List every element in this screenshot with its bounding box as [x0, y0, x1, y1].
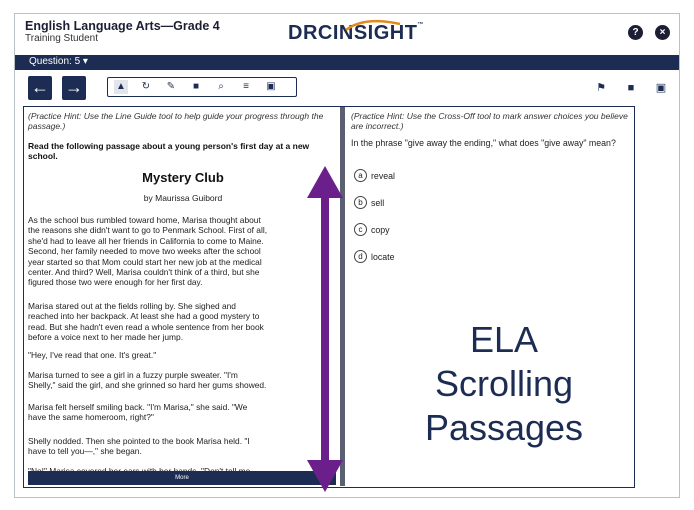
highlighter-tool-icon[interactable]: ✎: [164, 80, 178, 94]
choice-bubble[interactable]: d: [354, 250, 367, 264]
tool-group: ▲ ↻ ✎ ■ ⌕ ≡ ▣: [107, 77, 297, 97]
passage-pane[interactable]: (Practice Hint: Use the Line Guide tool …: [24, 107, 342, 486]
choice-bubble[interactable]: c: [354, 223, 367, 237]
passage-paragraph: Shelly nodded. Then she pointed to the b…: [28, 436, 250, 457]
choice-text[interactable]: reveal: [371, 171, 395, 181]
reread-tool-icon[interactable]: ↻: [139, 80, 153, 94]
choice-text[interactable]: copy: [371, 225, 390, 235]
passage-hint: (Practice Hint: Use the Line Guide tool …: [28, 111, 324, 131]
passage-paragraph: Marisa felt herself smiling back. "I'm M…: [28, 402, 248, 423]
more-button[interactable]: More: [28, 471, 336, 485]
overlay-line-2: Scrolling: [434, 363, 574, 404]
overlay-caption: ELA Scrolling Passages: [359, 318, 649, 450]
forward-button[interactable]: →: [62, 76, 86, 100]
passage-paragraph: Marisa stared out at the fields rolling …: [28, 301, 264, 343]
logo-drc: DRC: [288, 22, 333, 44]
overlay-line-3: Passages: [424, 407, 584, 448]
student-name: Training Student: [25, 33, 99, 44]
line-guide-tool-icon[interactable]: ≡: [239, 80, 253, 94]
back-button[interactable]: ←: [28, 76, 52, 100]
header-bar: English Language Arts—Grade 4 Training S…: [15, 14, 679, 55]
answer-choice-b[interactable]: b sell: [354, 194, 384, 210]
choice-text[interactable]: locate: [371, 252, 394, 262]
help-icon[interactable]: ?: [628, 25, 643, 40]
sticky-note-tool-icon[interactable]: ■: [189, 80, 203, 94]
passage-instructions: Read the following passage about a young…: [28, 141, 310, 161]
calculator-tool-icon[interactable]: ▣: [264, 80, 278, 94]
question-hint: (Practice Hint: Use the Cross-Off tool t…: [351, 111, 628, 131]
close-icon[interactable]: ×: [655, 25, 670, 40]
flag-icon[interactable]: ⚑: [594, 80, 608, 96]
logo-swoosh-icon: [345, 19, 401, 32]
passage-paragraph: As the school bus rumbled toward home, M…: [28, 215, 268, 288]
choice-text[interactable]: sell: [371, 198, 384, 208]
notepad-icon[interactable]: ■: [624, 80, 638, 96]
choice-bubble[interactable]: b: [354, 196, 367, 210]
answer-choice-a[interactable]: a reveal: [354, 167, 395, 183]
passage-paragraph: Marisa turned to see a girl in a fuzzy p…: [28, 370, 267, 391]
review-icon[interactable]: ▣: [654, 80, 668, 96]
choice-bubble[interactable]: a: [354, 169, 367, 183]
answer-choice-d[interactable]: d locate: [354, 248, 394, 264]
answer-choice-c[interactable]: c copy: [354, 221, 390, 237]
magnifier-tool-icon[interactable]: ⌕: [214, 80, 228, 94]
question-stem: In the phrase "give away the ending," wh…: [351, 138, 616, 148]
test-title: English Language Arts—Grade 4: [25, 19, 220, 33]
passage-title: Mystery Club: [142, 170, 224, 185]
drc-insight-logo: DRCINSIGHT™: [288, 19, 424, 45]
pointer-tool-icon[interactable]: ▲: [114, 80, 128, 94]
passage-paragraph: "Hey, I've read that one. It's great.": [28, 350, 157, 360]
passage-byline: by Maurissa Guibord: [143, 193, 223, 203]
overlay-line-1: ELA: [469, 319, 539, 360]
scroll-arrow-icon: [307, 166, 343, 492]
question-nav-bar: Question: 5 ▾: [15, 55, 679, 70]
question-selector[interactable]: Question: 5 ▾: [29, 56, 88, 67]
logo-tm: ™: [417, 22, 424, 28]
